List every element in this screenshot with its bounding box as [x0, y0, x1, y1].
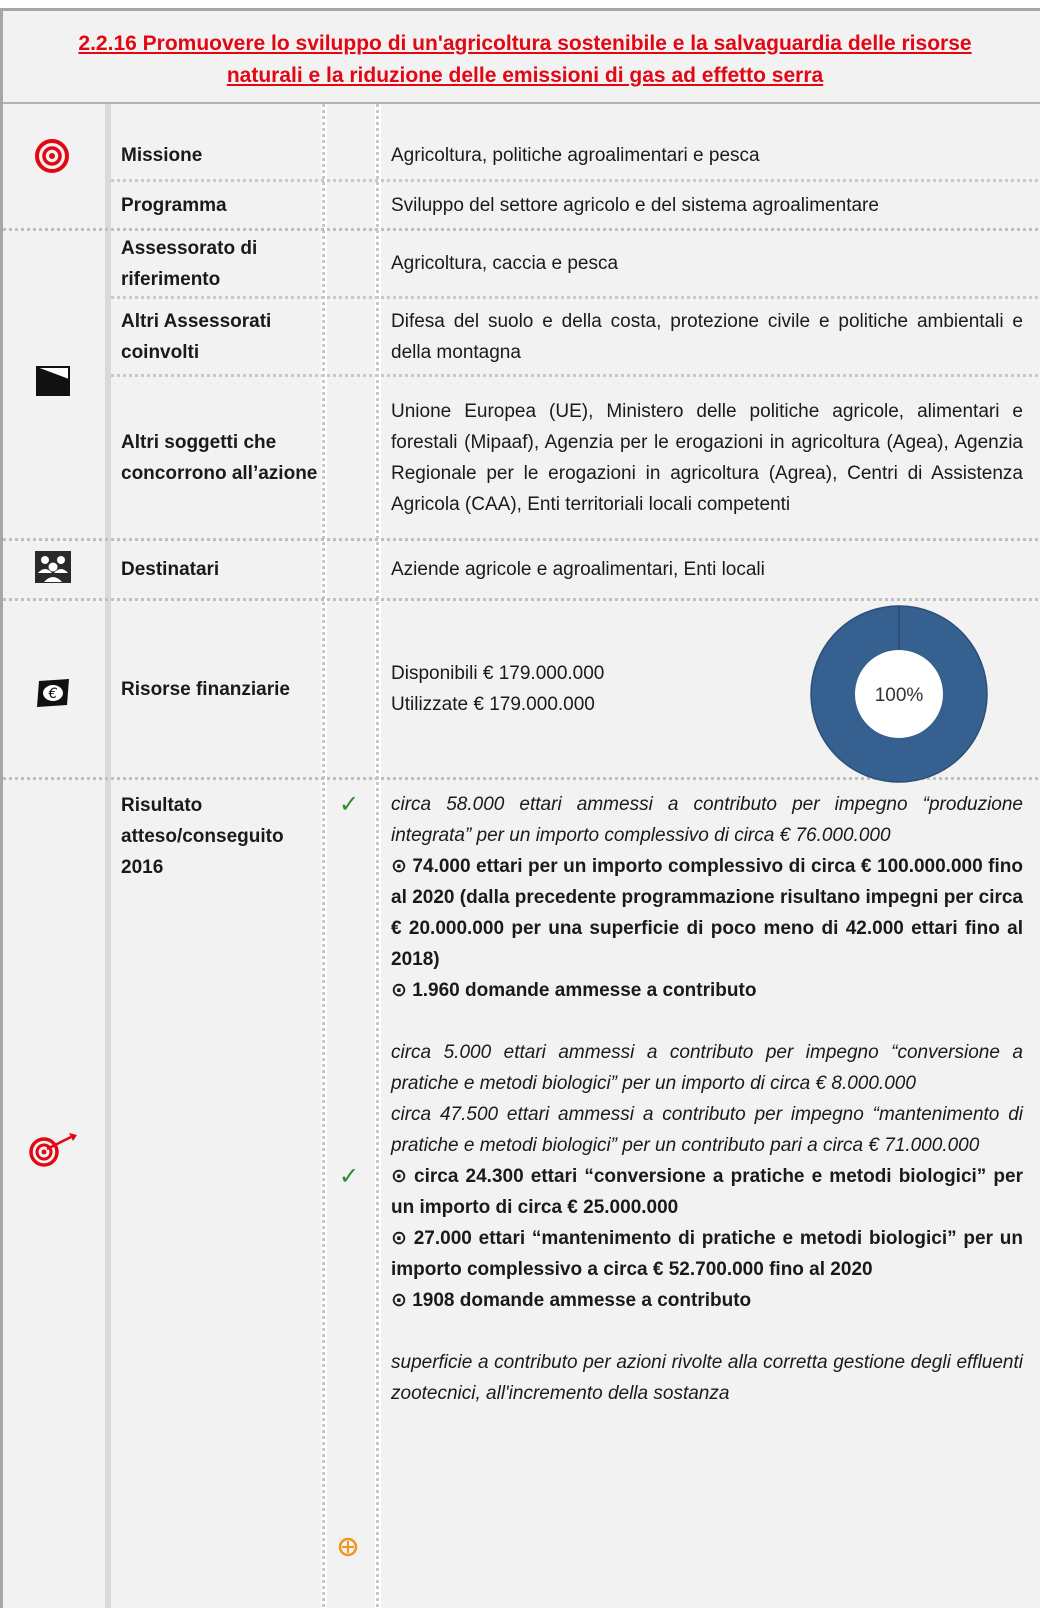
value-altri-assessorati: Difesa del suolo e della costa, protezio… — [391, 310, 1023, 363]
flag-icon — [33, 361, 73, 401]
mark-column — [327, 104, 375, 1608]
result-item: circa 5.000 ettari ammessi a contributo … — [391, 1042, 1023, 1094]
label-destinatari: Destinatari — [121, 559, 220, 580]
label-altri-soggetti: Altri soggetti che concorrono all’azione — [121, 431, 318, 484]
svg-text:€: € — [48, 686, 58, 702]
risorse-utilizzate: Utilizzate € 179.000.000 — [391, 694, 595, 715]
label-assessorato: Assessorato di riferimento — [121, 237, 258, 290]
result-item: ⊙ 27.000 ettari “mantenimento di pratich… — [391, 1228, 1023, 1280]
euro-icon: € — [31, 671, 75, 715]
result-item: ⊙ 74.000 ettari per un importo complessi… — [391, 856, 1023, 970]
label-altri-assessorati: Altri Assessorati coinvolti — [121, 310, 272, 363]
results-text: circa 58.000 ettari ammessi a contributo… — [391, 789, 1023, 1409]
value-risorse: Disponibili € 179.000.000 Utilizzate € 1… — [391, 601, 771, 777]
value-assessorato: Agricoltura, caccia e pesca — [391, 253, 619, 274]
title-row: 2.2.16 Promuovere lo sviluppo di un'agri… — [3, 11, 1040, 104]
icon-column — [3, 104, 105, 1608]
action-sheet: 2.2.16 Promuovere lo sviluppo di un'agri… — [0, 8, 1040, 1608]
result-item: ⊙ 1908 domande ammesse a contributo — [391, 1290, 752, 1311]
result-item: superficie a contributo per azioni rivol… — [391, 1352, 1023, 1404]
check-icon: ✓ — [339, 791, 360, 818]
page-title: 2.2.16 Promuovere lo sviluppo di un'agri… — [78, 31, 972, 87]
value-programma: Sviluppo del settore agricolo e del sist… — [391, 194, 879, 216]
column-divider — [322, 104, 325, 1608]
column-divider — [105, 104, 111, 1608]
label-risultato: Risultato atteso/conseguito 2016 — [121, 795, 284, 878]
dart-target-icon — [25, 1129, 83, 1169]
check-icon: ✓ — [339, 1163, 360, 1190]
value-altri-soggetti: Unione Europea (UE), Ministero delle pol… — [391, 400, 1023, 515]
donut-center-label: 100% — [875, 685, 924, 706]
result-item: circa 58.000 ettari ammessi a contributo… — [391, 794, 1023, 846]
result-item: ⊙ circa 24.300 ettari “conversione a pra… — [391, 1166, 1023, 1218]
risorse-disponibili: Disponibili € 179.000.000 — [391, 663, 605, 684]
people-icon — [31, 545, 75, 589]
result-item: ⊙ 1.960 domande ammesse a contributo — [391, 980, 757, 1001]
label-missione: Missione — [121, 144, 203, 166]
target-icon — [29, 133, 75, 179]
label-programma: Programma — [121, 194, 227, 216]
resources-donut-chart: 100% — [810, 605, 988, 783]
column-divider — [376, 104, 379, 1608]
value-missione: Agricoltura, politiche agroalimentari e … — [391, 144, 760, 166]
result-item: circa 47.500 ettari ammessi a contributo… — [391, 1104, 1023, 1156]
value-destinatari: Aziende agricole e agroalimentari, Enti … — [391, 559, 765, 580]
label-risorse: Risorse finanziarie — [121, 678, 290, 700]
orange-clock-icon — [333, 1531, 363, 1562]
